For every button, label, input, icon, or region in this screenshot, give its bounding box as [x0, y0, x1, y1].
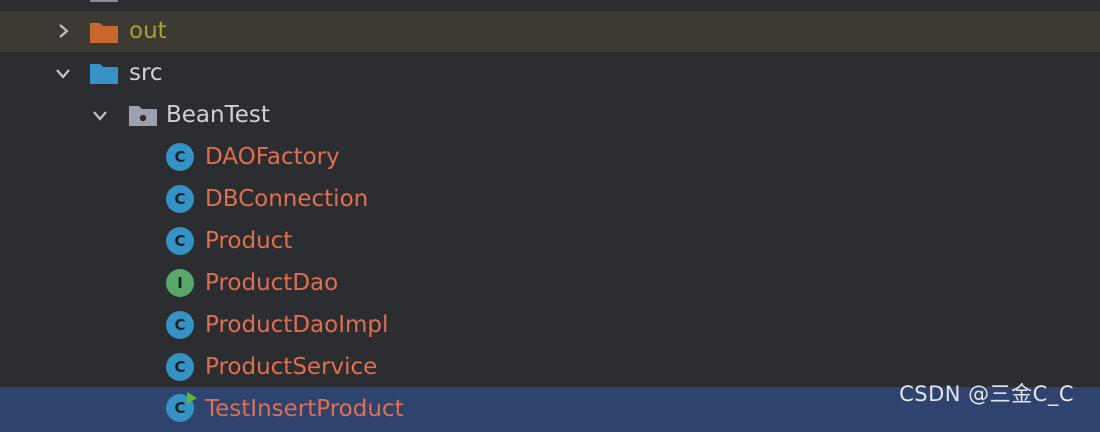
class-letter: C [174, 399, 186, 417]
tree-item-label: TestInsertProduct [205, 396, 404, 422]
class-icon: C [166, 311, 194, 339]
tree-item-label: ProductService [205, 354, 378, 380]
tree-item-label: out [129, 18, 167, 44]
tree-item-label: ProductDao [205, 270, 339, 296]
tree-row-src[interactable]: src [0, 52, 1100, 93]
tree-item-label: src [129, 60, 163, 86]
folder-source-icon [89, 61, 119, 85]
tree-row-class[interactable]: C ProductDaoImpl [0, 304, 1100, 345]
tree-row-class[interactable]: C DBConnection [0, 178, 1100, 219]
class-icon: C [166, 185, 194, 213]
tree-row-partial[interactable] [0, 0, 1100, 11]
tree-row-class[interactable]: C DAOFactory [0, 136, 1100, 177]
tree-item-label: BeanTest [166, 102, 270, 128]
class-icon: C [166, 143, 194, 171]
tree-item-label: DBConnection [205, 186, 369, 212]
class-icon: C [166, 353, 194, 381]
watermark: CSDN @三金C_C [899, 382, 1074, 406]
runnable-class-icon: C [166, 392, 197, 422]
tree-row-out[interactable]: out [0, 11, 1100, 52]
tree-item-label: Product [205, 228, 293, 254]
tree-item-label: DAOFactory [205, 144, 340, 170]
tree-row-package[interactable]: BeanTest [0, 94, 1100, 135]
class-icon: C [166, 227, 194, 255]
project-tree: out src BeanTest C DAOFactory C DBConnec… [0, 0, 1100, 432]
chevron-down-icon[interactable] [89, 104, 111, 126]
tree-row-class[interactable]: C Product [0, 220, 1100, 261]
folder-excluded-icon [89, 20, 119, 44]
run-marker-icon [187, 392, 197, 404]
interface-icon: I [166, 269, 194, 297]
tree-row-interface[interactable]: I ProductDao [0, 262, 1100, 303]
chevron-down-icon[interactable] [52, 62, 74, 84]
package-folder-icon [128, 103, 158, 127]
folder-icon [89, 0, 119, 3]
chevron-right-icon[interactable] [52, 20, 74, 42]
tree-item-label: ProductDaoImpl [205, 312, 389, 338]
chevron-right-icon[interactable] [52, 0, 74, 2]
